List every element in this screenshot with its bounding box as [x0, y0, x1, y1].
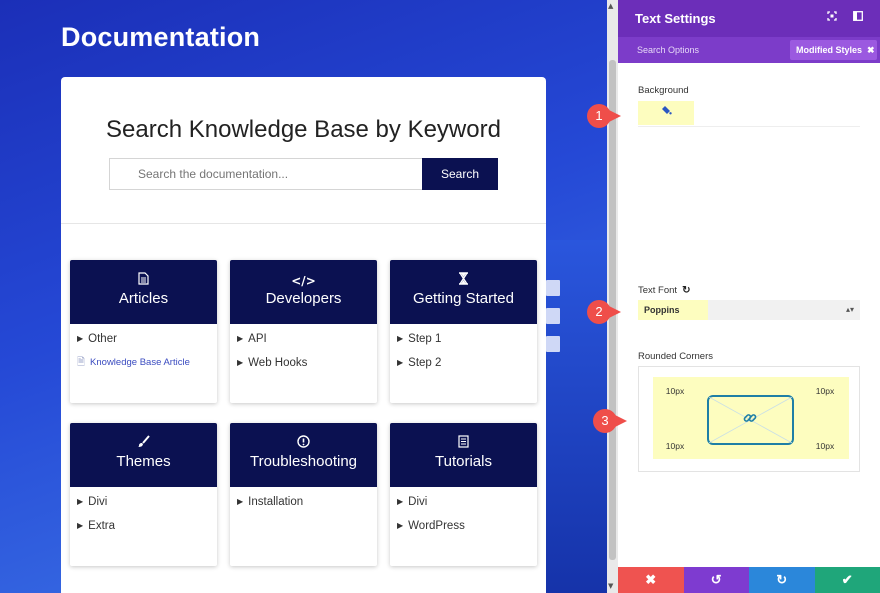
- scroll-up-arrow-icon[interactable]: ▲: [608, 2, 613, 10]
- tab-search-options[interactable]: Search Options: [637, 45, 699, 55]
- list-item[interactable]: ▶ WordPress: [397, 519, 537, 543]
- triangle-right-icon: ▶: [237, 497, 244, 506]
- background-label: Background: [638, 85, 689, 96]
- list-item[interactable]: ▶ Step 2: [397, 356, 537, 380]
- undo-icon: ↺: [710, 572, 722, 587]
- page-preview: Documentation Search Knowledge Base by K…: [0, 0, 607, 593]
- list-item[interactable]: ▶ Divi: [77, 495, 217, 519]
- list-item[interactable]: ▶ Step 1: [397, 332, 537, 356]
- decorative-tile: [546, 336, 560, 352]
- category-card-themes[interactable]: Themes ▶ Divi ▶ Extra: [70, 423, 217, 566]
- undo-button[interactable]: ↺: [683, 567, 749, 593]
- redo-button[interactable]: ↻: [749, 567, 815, 593]
- triangle-right-icon: ▶: [77, 521, 84, 530]
- page-title: Documentation: [61, 22, 261, 52]
- reset-icon[interactable]: ↻: [682, 285, 690, 296]
- corner-bottom-left-input[interactable]: 10px: [657, 441, 693, 451]
- rounded-corners-label: Rounded Corners: [638, 351, 713, 362]
- list-item[interactable]: ▶ Web Hooks: [237, 356, 377, 380]
- list-item[interactable]: ▶ Divi: [397, 495, 537, 519]
- select-arrows-icon: ▴▾: [845, 305, 854, 314]
- triangle-right-icon: ▶: [77, 334, 84, 343]
- paintbrush-icon: [70, 423, 217, 453]
- panel-header: Text Settings: [618, 0, 880, 37]
- check-icon: ✔: [841, 572, 853, 587]
- category-card-tutorials[interactable]: Tutorials ▶ Divi ▶ WordPress: [390, 423, 537, 566]
- triangle-right-icon: ▶: [397, 521, 404, 530]
- callout-marker-3: 3: [593, 409, 617, 433]
- category-card-developers[interactable]: </> Developers ▶ API ▶ Web Hooks: [230, 260, 377, 403]
- code-icon: </>: [291, 274, 316, 288]
- category-card-troubleshooting[interactable]: Troubleshooting ▶ Installation: [230, 423, 377, 566]
- callout-pointer: [609, 110, 621, 122]
- list-item[interactable]: ▶ Other: [77, 332, 217, 356]
- triangle-right-icon: ▶: [77, 497, 84, 506]
- save-button[interactable]: ✔: [814, 567, 880, 593]
- callout-pointer: [615, 415, 627, 427]
- discard-button[interactable]: ✖: [618, 567, 684, 593]
- search-heading: Search Knowledge Base by Keyword: [106, 116, 501, 143]
- document-icon: [70, 260, 217, 290]
- triangle-right-icon: ▶: [237, 334, 244, 343]
- list-item[interactable]: ▶ Extra: [77, 519, 217, 543]
- settings-panel: Text Settings Search Options Modified St…: [618, 0, 880, 593]
- scroll-down-arrow-icon[interactable]: ▼: [608, 582, 613, 590]
- alert-icon: [230, 423, 377, 453]
- rounded-corners-control: 10px 10px 10px 10px: [638, 366, 860, 472]
- background-color-swatch[interactable]: [638, 101, 694, 125]
- triangle-right-icon: ▶: [397, 334, 404, 343]
- panel-tabs: Search Options Modified Styles ✖: [618, 37, 880, 63]
- panel-title: Text Settings: [635, 11, 716, 26]
- decorative-tile: [546, 308, 560, 324]
- category-card-getting-started[interactable]: Getting Started ▶ Step 1 ▶ Step 2: [390, 260, 537, 403]
- corner-top-left-input[interactable]: 10px: [657, 386, 693, 396]
- corner-bottom-right-input[interactable]: 10px: [807, 441, 843, 451]
- background-options-area: [638, 140, 860, 250]
- hourglass-icon: [390, 260, 537, 290]
- triangle-right-icon: ▶: [397, 358, 404, 367]
- list-item[interactable]: ▶ API: [237, 332, 377, 356]
- category-title: Articles: [118, 290, 169, 307]
- text-font-select[interactable]: Poppins ▴▾: [638, 300, 860, 320]
- fullscreen-icon[interactable]: [827, 11, 837, 24]
- corners-preview: [707, 395, 794, 445]
- close-icon: ✖: [645, 572, 657, 587]
- search-input[interactable]: [109, 158, 422, 190]
- category-title: Tutorials: [435, 453, 492, 470]
- panel-footer: ✖ ↺ ↻ ✔: [618, 567, 880, 593]
- font-value: Poppins: [644, 305, 680, 315]
- decorative-tile: [546, 280, 560, 296]
- corner-top-right-input[interactable]: 10px: [807, 386, 843, 396]
- paint-bucket-icon: [661, 106, 672, 118]
- category-card-articles[interactable]: Articles ▶ Other 🗎 Knowledge Base Article: [70, 260, 217, 403]
- search-button[interactable]: Search: [422, 158, 498, 190]
- close-icon[interactable]: ✖: [867, 45, 875, 55]
- category-title: Getting Started: [413, 290, 514, 307]
- triangle-right-icon: ▶: [237, 358, 244, 367]
- callout-pointer: [609, 306, 621, 318]
- sidebar-toggle-icon[interactable]: [853, 11, 863, 24]
- list-doc-icon: [390, 423, 537, 453]
- text-font-label: Text Font ↻: [638, 285, 691, 296]
- list-item[interactable]: ▶ Installation: [237, 495, 377, 519]
- callout-marker-2: 2: [587, 300, 611, 324]
- category-title: Themes: [116, 453, 171, 470]
- page-icon: 🗎: [77, 357, 86, 368]
- category-title: Troubleshooting: [249, 453, 357, 470]
- redo-icon: ↻: [776, 572, 788, 587]
- divider: [61, 223, 546, 224]
- category-title: Developers: [265, 290, 342, 307]
- tab-modified-styles[interactable]: Modified Styles ✖: [790, 40, 877, 60]
- scrollbar[interactable]: ▲ ▼: [607, 0, 618, 593]
- divider: [638, 126, 860, 127]
- callout-marker-1: 1: [587, 104, 611, 128]
- triangle-right-icon: ▶: [397, 497, 404, 506]
- article-link[interactable]: 🗎 Knowledge Base Article: [77, 356, 217, 380]
